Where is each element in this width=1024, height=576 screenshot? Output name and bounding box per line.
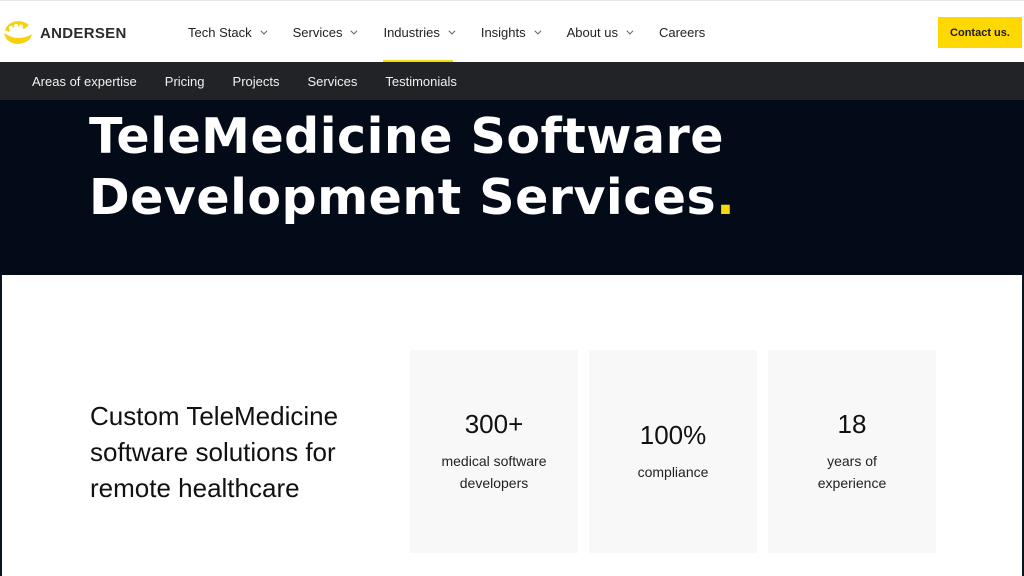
nav-item-industries[interactable]: Industries — [383, 1, 456, 63]
chevron-down-icon — [259, 27, 268, 35]
nav-item-careers[interactable]: Careers — [659, 1, 705, 63]
stat-label: years of experience — [817, 453, 887, 491]
nav-label: Services — [292, 24, 343, 40]
andersen-logo[interactable]: ANDERSEN — [2, 17, 127, 49]
stat-card-compliance: 100% compliance — [589, 350, 757, 553]
stat-label: compliance — [637, 464, 709, 480]
subnav-item-testimonials[interactable]: Testimonials — [385, 74, 457, 89]
nav-item-about-us[interactable]: About us — [566, 1, 634, 63]
subnav-item-pricing[interactable]: Pricing — [165, 74, 205, 89]
nav-label: Tech Stack — [188, 24, 252, 40]
logo-text: ANDERSEN — [40, 24, 127, 42]
stat-value: 18 — [837, 409, 867, 439]
top-header: ANDERSEN Tech Stack Services Industries … — [0, 0, 1024, 63]
stat-card-developers: 300+ medical software developers — [410, 350, 578, 553]
hero-section: TeleMedicine Software Development Servic… — [0, 100, 1024, 275]
chevron-down-icon — [448, 27, 456, 35]
subnav-item-areas-of-expertise[interactable]: Areas of expertise — [32, 74, 137, 89]
contact-us-button[interactable]: Contact us. — [938, 17, 1022, 48]
main-nav: Tech Stack Services Industries Insights … — [188, 1, 705, 63]
nav-label: About us — [566, 24, 618, 40]
nav-item-services[interactable]: Services — [292, 1, 358, 63]
page-title: TeleMedicine Software Development Servic… — [89, 106, 735, 228]
andersen-sun-logo-icon — [4, 21, 32, 44]
chevron-down-icon — [626, 27, 634, 35]
title-line-2: Development Services — [89, 169, 717, 226]
nav-label: Careers — [658, 24, 706, 40]
subnav-item-projects[interactable]: Projects — [233, 74, 280, 89]
intro-section: Custom TeleMedicine software solutions f… — [0, 275, 1024, 576]
chevron-down-icon — [350, 27, 358, 35]
section-subnav: Areas of expertise Pricing Projects Serv… — [0, 62, 1024, 100]
nav-item-insights[interactable]: Insights — [480, 1, 542, 63]
stat-label: medical software developers — [441, 453, 547, 491]
title-line-1: TeleMedicine Software — [89, 108, 724, 165]
chevron-down-icon — [534, 27, 542, 35]
stat-value: 300+ — [464, 409, 524, 439]
intro-subtitle: Custom TeleMedicine software solutions f… — [90, 401, 339, 503]
nav-label: Insights — [480, 24, 526, 40]
nav-label: Industries — [383, 24, 440, 40]
stat-card-experience: 18 years of experience — [768, 350, 936, 553]
nav-item-tech-stack[interactable]: Tech Stack — [188, 1, 268, 63]
subnav-item-services[interactable]: Services — [308, 74, 358, 89]
stat-value: 100% — [639, 420, 707, 450]
title-accent-dot: . — [716, 169, 736, 226]
